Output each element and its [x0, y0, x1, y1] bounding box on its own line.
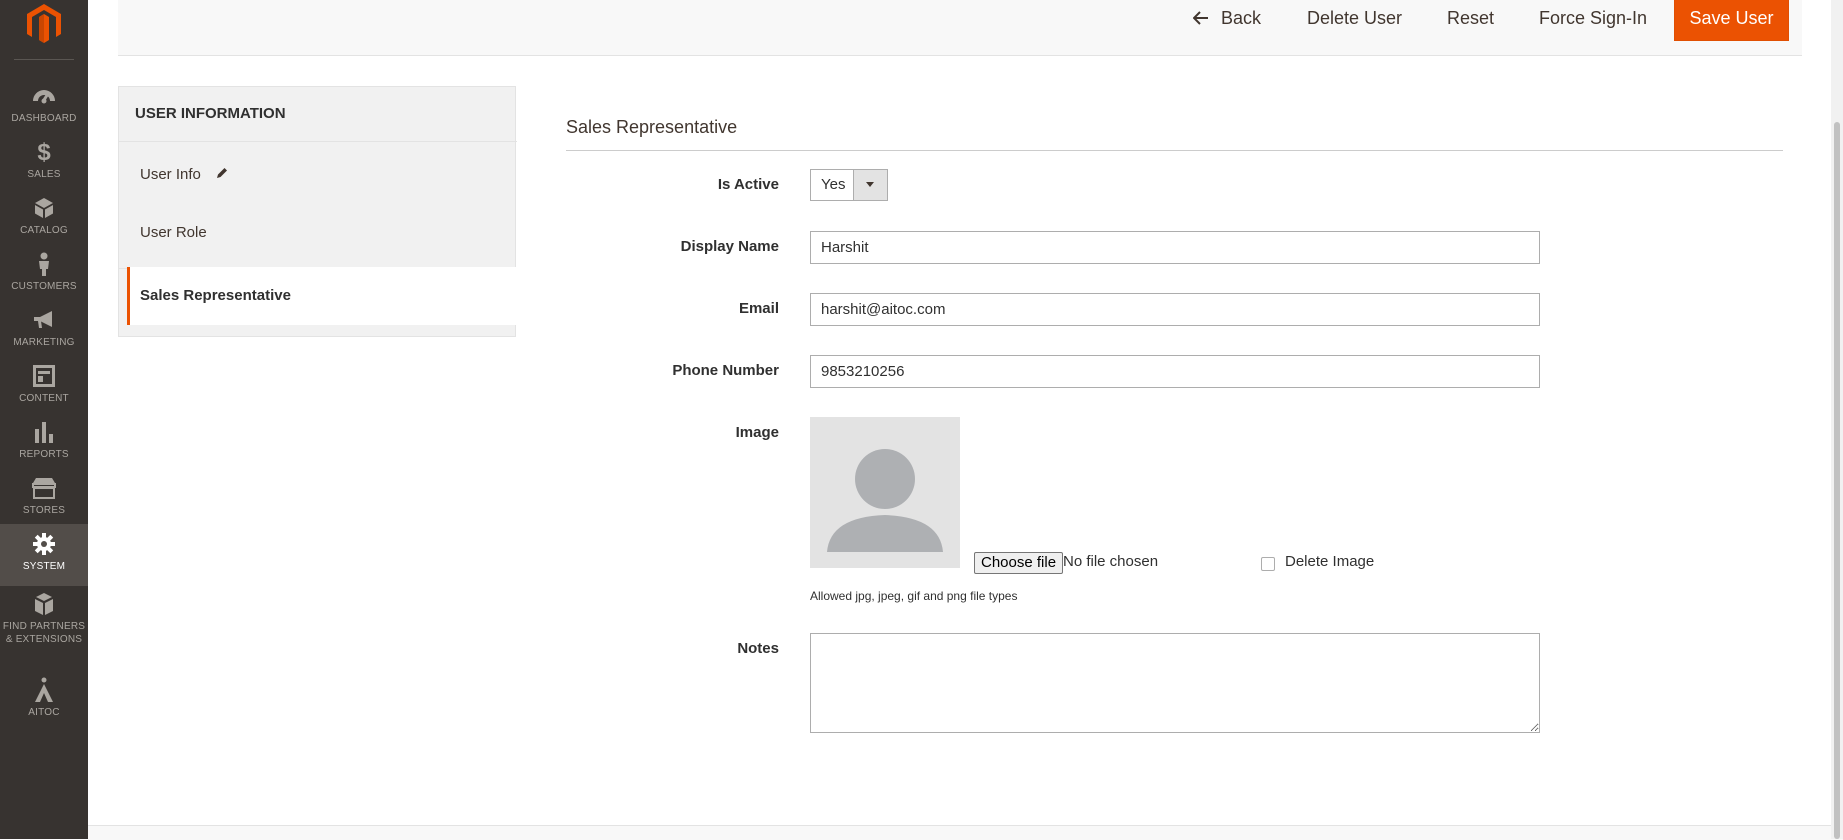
tab-label: User Info: [140, 166, 201, 183]
nav-item-content[interactable]: CONTENT: [0, 356, 88, 418]
nav-label: CUSTOMERS: [11, 281, 77, 292]
save-user-button[interactable]: Save User: [1674, 0, 1789, 41]
admin-sidebar: DASHBOARD $ SALES CATALOG CUSTOMERS MARK…: [0, 0, 88, 839]
nav-label: REPORTS: [19, 449, 69, 460]
section-title: Sales Representative: [566, 117, 738, 137]
nav-label: AITOC: [28, 707, 60, 718]
delete-image-checkbox[interactable]: [1261, 557, 1275, 571]
nav-item-aitoc[interactable]: AITOC: [0, 670, 88, 732]
display-name-field[interactable]: [810, 231, 1540, 264]
email-label: Email: [738, 300, 779, 317]
nav-label: SYSTEM: [22, 561, 66, 572]
nav-label: DASHBOARD: [11, 113, 77, 124]
layout-icon: [30, 362, 58, 390]
user-silhouette-icon: [827, 449, 943, 552]
nav-item-catalog[interactable]: CATALOG: [0, 188, 88, 250]
chevron-down-icon: [866, 182, 874, 187]
nav-label: CONTENT: [19, 393, 69, 404]
tab-user-role[interactable]: User Role: [119, 204, 515, 262]
notes-label: Notes: [737, 640, 779, 657]
nav-item-customers[interactable]: CUSTOMERS: [0, 244, 88, 306]
panel-divider: [119, 141, 517, 142]
nav-item-stores[interactable]: STORES: [0, 468, 88, 530]
avatar-placeholder: [810, 417, 960, 568]
nav-item-sales[interactable]: $ SALES: [0, 132, 88, 194]
image-file-types-hint: Allowed jpg, jpeg, gif and png file type…: [810, 589, 1018, 603]
megaphone-icon: [30, 306, 58, 334]
back-label: Back: [1221, 8, 1262, 28]
nav-item-find-partners[interactable]: FIND PARTNERS & EXTENSIONS: [0, 584, 88, 656]
arrow-left-icon: [1192, 1, 1209, 37]
is-active-value: Yes: [821, 176, 846, 193]
back-button[interactable]: Back: [1192, 0, 1262, 38]
nav-label: SALES: [27, 169, 61, 180]
nav-item-marketing[interactable]: MARKETING: [0, 300, 88, 362]
cubes-icon: [30, 590, 58, 618]
dollar-icon: $: [37, 138, 51, 166]
dashboard-icon: [30, 82, 58, 110]
phone-number-field[interactable]: [810, 355, 1540, 388]
page-footer: [88, 825, 1843, 840]
tab-label: Sales Representative: [140, 287, 291, 304]
choose-file-button[interactable]: Choose file: [974, 552, 1064, 574]
page-actions-bar: Back Delete User Reset Force Sign-In Sav…: [118, 0, 1802, 56]
nav-item-reports[interactable]: REPORTS: [0, 412, 88, 474]
dropdown-toggle[interactable]: [853, 170, 887, 200]
box-icon: [30, 194, 58, 222]
delete-image-label[interactable]: Delete Image: [1285, 553, 1374, 570]
display-name-label: Display Name: [680, 238, 779, 255]
tab-sales-representative[interactable]: Sales Representative: [127, 267, 517, 325]
panel-title: USER INFORMATION: [135, 105, 286, 122]
pencil-icon: [215, 147, 229, 205]
section-divider: [566, 150, 1783, 151]
nav-item-dashboard[interactable]: DASHBOARD: [0, 76, 88, 138]
scrollbar-thumb[interactable]: [1834, 122, 1840, 839]
aitoc-logo-icon: [30, 676, 58, 704]
reset-button[interactable]: Reset: [1447, 0, 1494, 38]
tab-label: User Role: [140, 224, 207, 241]
email-field[interactable]: [810, 293, 1540, 326]
file-status-text: No file chosen: [1063, 553, 1159, 570]
nav-label: MARKETING: [13, 337, 75, 348]
force-sign-in-button[interactable]: Force Sign-In: [1539, 0, 1647, 38]
nav-label: CATALOG: [20, 225, 68, 236]
nav-item-system[interactable]: SYSTEM: [0, 524, 88, 586]
storefront-icon: [30, 474, 58, 502]
nav-divider: [14, 59, 74, 60]
magento-logo-icon[interactable]: [22, 2, 66, 46]
gear-icon: [30, 530, 58, 558]
nav-label: STORES: [22, 505, 66, 516]
phone-number-label: Phone Number: [672, 362, 779, 379]
notes-textarea[interactable]: [810, 633, 1540, 733]
is-active-label: Is Active: [717, 176, 779, 193]
image-label: Image: [735, 424, 779, 441]
bar-chart-icon: [30, 418, 58, 446]
nav-label: FIND PARTNERS & EXTENSIONS: [2, 621, 86, 645]
person-icon: [30, 250, 58, 278]
delete-user-button[interactable]: Delete User: [1307, 0, 1402, 38]
is-active-select[interactable]: Yes: [810, 169, 888, 201]
tab-user-info[interactable]: User Info: [119, 146, 515, 204]
user-information-panel: USER INFORMATION User Info User Role Sal…: [118, 86, 517, 337]
